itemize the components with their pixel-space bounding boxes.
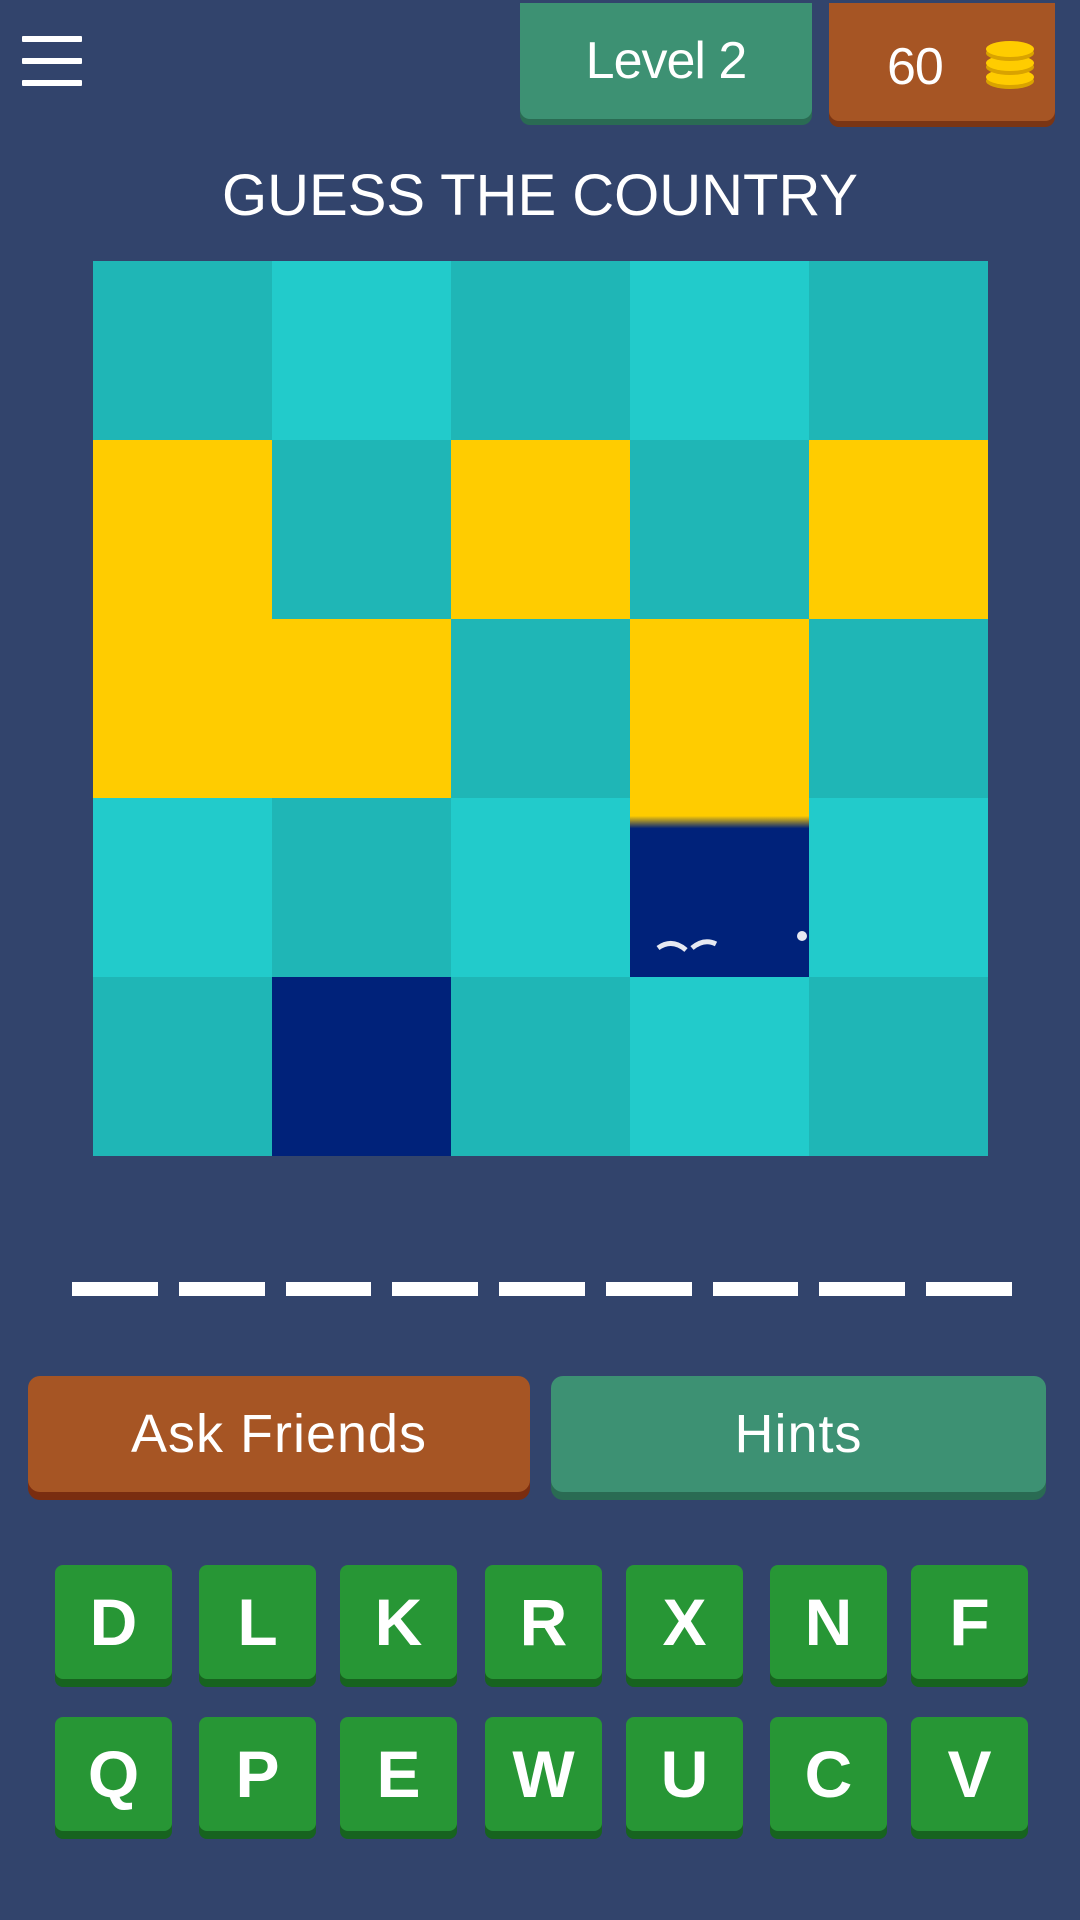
letter-key-label: F <box>949 1585 990 1659</box>
flag-tile[interactable] <box>630 619 809 798</box>
flag-tile[interactable] <box>451 619 630 798</box>
letter-key-label: R <box>519 1585 568 1659</box>
flag-tile[interactable] <box>93 798 272 977</box>
flag-tile[interactable] <box>272 977 451 1156</box>
flag-tile[interactable] <box>630 440 809 619</box>
letter-key[interactable]: D <box>55 1565 172 1679</box>
letter-key-label: Q <box>87 1737 140 1811</box>
letter-key[interactable]: X <box>626 1565 743 1679</box>
letter-key-label: K <box>374 1585 423 1659</box>
letter-key[interactable]: N <box>770 1565 887 1679</box>
letter-key[interactable]: U <box>626 1717 743 1831</box>
hints-button[interactable]: Hints <box>551 1376 1046 1492</box>
flag-tile[interactable] <box>93 977 272 1156</box>
flag-tile[interactable] <box>451 440 630 619</box>
coins-badge[interactable]: 60 <box>829 3 1055 121</box>
letter-key-label: L <box>237 1585 278 1659</box>
letter-key-label: E <box>376 1737 421 1811</box>
flag-tile[interactable] <box>809 440 988 619</box>
answer-slot[interactable] <box>178 1282 265 1296</box>
letter-key[interactable]: V <box>911 1717 1028 1831</box>
flag-tile[interactable] <box>630 261 809 440</box>
flag-tile[interactable] <box>451 977 630 1156</box>
level-badge: Level 2 <box>520 3 812 119</box>
letter-key-label: D <box>89 1585 138 1659</box>
letter-key[interactable]: R <box>485 1565 602 1679</box>
flag-tile[interactable] <box>272 440 451 619</box>
page-title: GUESS THE COUNTRY <box>222 163 858 228</box>
answer-slot[interactable] <box>605 1282 692 1296</box>
flag-tile[interactable] <box>93 261 272 440</box>
menu-icon[interactable] <box>22 36 82 88</box>
letter-key[interactable]: L <box>199 1565 316 1679</box>
letter-key-label: X <box>662 1585 707 1659</box>
level-label: Level 2 <box>585 32 748 90</box>
flag-tile[interactable] <box>93 619 272 798</box>
flag-tile[interactable] <box>630 798 809 977</box>
answer-slot[interactable] <box>712 1282 799 1296</box>
coins-count: 60 <box>887 38 944 96</box>
letter-key-label: U <box>660 1737 709 1811</box>
flag-tile[interactable] <box>272 798 451 977</box>
letter-key[interactable]: P <box>199 1717 316 1831</box>
ask-friends-label: Ask Friends <box>130 1404 428 1464</box>
letter-key-label: P <box>235 1737 280 1811</box>
letter-key-label: V <box>947 1737 992 1811</box>
flag-tile[interactable] <box>272 619 451 798</box>
answer-slot[interactable] <box>499 1282 585 1296</box>
flag-tile[interactable] <box>630 977 809 1156</box>
flag-tile[interactable] <box>809 261 988 440</box>
answer-slot[interactable] <box>392 1282 479 1296</box>
answer-slot[interactable] <box>72 1282 158 1296</box>
flag-tile[interactable] <box>272 261 451 440</box>
flag-tile[interactable] <box>809 619 988 798</box>
flag-tile[interactable] <box>809 798 988 977</box>
letter-key[interactable]: W <box>485 1717 602 1831</box>
letter-key[interactable]: Q <box>55 1717 172 1831</box>
answer-slot[interactable] <box>285 1282 372 1296</box>
flag-tile[interactable] <box>93 440 272 619</box>
letter-key[interactable]: E <box>340 1717 457 1831</box>
flag-tile[interactable] <box>451 798 630 977</box>
flag-tile[interactable] <box>809 977 988 1156</box>
answer-slot[interactable] <box>819 1282 906 1296</box>
answer-slots <box>72 1282 1013 1296</box>
letter-key[interactable]: K <box>340 1565 457 1679</box>
hints-label: Hints <box>734 1404 863 1464</box>
letter-key-label: N <box>804 1585 853 1659</box>
letter-key-label: C <box>804 1737 853 1811</box>
flag-tile[interactable] <box>451 261 630 440</box>
coins-stack-icon <box>986 41 1034 89</box>
ask-friends-button[interactable]: Ask Friends <box>28 1376 530 1492</box>
letter-key[interactable]: F <box>911 1565 1028 1679</box>
letter-key-label: W <box>512 1737 575 1811</box>
letter-key[interactable]: C <box>770 1717 887 1831</box>
answer-slot[interactable] <box>926 1282 1013 1296</box>
flag-puzzle-grid <box>93 261 988 1156</box>
